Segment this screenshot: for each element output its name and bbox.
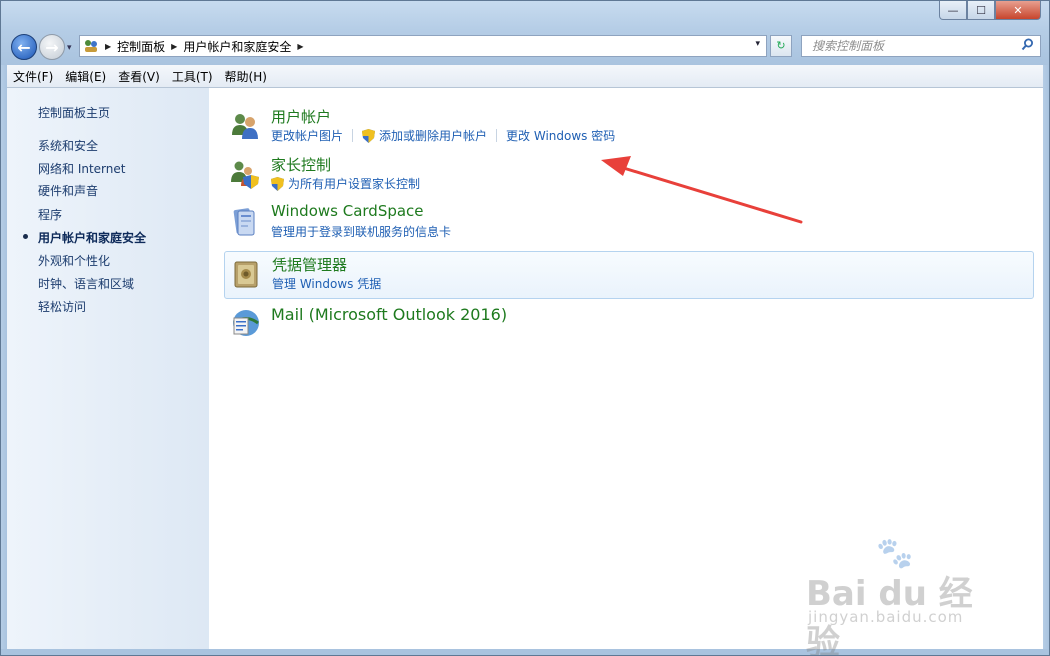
setup-parental-controls-link[interactable]: 为所有用户设置家长控制: [288, 175, 420, 192]
menu-edit[interactable]: 编辑(E): [59, 68, 112, 85]
sidebar-item-clock-region[interactable]: 时钟、语言和区域: [38, 275, 134, 292]
sidebar-item-hardware-sound[interactable]: 硬件和声音: [38, 182, 98, 199]
credential-manager-icon[interactable]: [230, 258, 262, 290]
maximize-button[interactable]: ☐: [967, 1, 995, 20]
back-arrow-icon: ←: [17, 37, 31, 57]
user-accounts-icon[interactable]: [229, 110, 261, 142]
category-user-accounts: 用户帐户 更改帐户图片 添加或删除用户帐户 更改 Windows 密码: [223, 106, 1033, 150]
cardspace-icon[interactable]: [229, 206, 261, 238]
uac-shield-icon: [362, 128, 376, 143]
menu-file[interactable]: 文件(F): [7, 68, 59, 85]
breadcrumb-separator-icon: ▶: [171, 41, 178, 51]
sidebar-item-ease-of-access[interactable]: 轻松访问: [38, 298, 86, 315]
address-dropdown-icon[interactable]: ▾: [755, 39, 760, 49]
sidebar-home-link[interactable]: 控制面板主页: [38, 104, 110, 121]
link-divider: [352, 129, 354, 142]
search-icon[interactable]: [1021, 38, 1034, 55]
window-frame-right: [1043, 65, 1049, 655]
close-button[interactable]: ✕: [995, 1, 1041, 20]
forward-arrow-icon: →: [45, 37, 59, 57]
category-task-links: 管理 Windows 凭据: [272, 275, 381, 292]
category-title[interactable]: Mail (Microsoft Outlook 2016): [271, 305, 507, 324]
address-bar[interactable]: ▶ 控制面板 ▶ 用户帐户和家庭安全 ▶ ▾: [79, 35, 767, 57]
change-windows-password-link[interactable]: 更改 Windows 密码: [506, 127, 615, 144]
parental-controls-icon[interactable]: [229, 158, 261, 190]
sidebar: 控制面板主页 系统和安全 网络和 Internet 硬件和声音 程序 用户帐户和…: [7, 88, 209, 649]
baidu-watermark: 🐾 Bai du 经验 jingyan.baidu.com: [806, 536, 1006, 655]
back-button[interactable]: ←: [11, 34, 37, 60]
category-cardspace: Windows CardSpace 管理用于登录到联机服务的信息卡: [223, 202, 1033, 246]
category-title[interactable]: 家长控制: [271, 154, 331, 175]
main-content: 用户帐户 更改帐户图片 添加或删除用户帐户 更改 Windows 密码 家长控制: [209, 88, 1043, 655]
forward-button[interactable]: →: [39, 34, 65, 60]
refresh-icon: ↻: [776, 39, 786, 52]
link-divider: [496, 129, 498, 142]
breadcrumb-separator-icon: ▶: [105, 41, 112, 51]
sidebar-item-system-security[interactable]: 系统和安全: [38, 137, 98, 154]
watermark-url-text: jingyan.baidu.com: [808, 608, 964, 626]
uac-shield-icon: [271, 176, 284, 191]
breadcrumb-user-accounts[interactable]: 用户帐户和家庭安全: [183, 38, 291, 55]
sidebar-item-appearance[interactable]: 外观和个性化: [38, 252, 110, 269]
category-title[interactable]: 凭据管理器: [272, 254, 347, 275]
sidebar-item-user-accounts[interactable]: 用户帐户和家庭安全: [38, 229, 146, 246]
search-box[interactable]: [801, 35, 1041, 57]
search-input[interactable]: [810, 38, 1014, 54]
add-remove-accounts-link[interactable]: 添加或删除用户帐户: [379, 127, 487, 144]
menu-help[interactable]: 帮助(H): [219, 68, 273, 85]
recent-pages-dropdown[interactable]: ▾: [67, 43, 72, 53]
current-item-bullet-icon: [23, 234, 28, 239]
category-credential-manager[interactable]: 凭据管理器 管理 Windows 凭据: [224, 251, 1034, 299]
minimize-button[interactable]: —: [939, 1, 967, 20]
change-account-picture-link[interactable]: 更改帐户图片: [271, 127, 343, 144]
menu-tools[interactable]: 工具(T): [166, 68, 219, 85]
control-panel-icon: [83, 38, 99, 54]
menu-view[interactable]: 查看(V): [112, 68, 166, 85]
category-task-links: 更改帐户图片 添加或删除用户帐户 更改 Windows 密码: [271, 127, 615, 144]
category-task-links: 为所有用户设置家长控制: [271, 175, 420, 192]
category-mail: Mail (Microsoft Outlook 2016): [223, 302, 1033, 338]
breadcrumb-control-panel[interactable]: 控制面板: [117, 38, 165, 55]
manage-windows-credentials-link[interactable]: 管理 Windows 凭据: [272, 275, 381, 292]
window-controls: — ☐ ✕: [939, 1, 1041, 20]
breadcrumb-separator-icon[interactable]: ▶: [297, 42, 303, 51]
manage-information-cards-link[interactable]: 管理用于登录到联机服务的信息卡: [271, 223, 451, 240]
menu-bar: 文件(F) 编辑(E) 查看(V) 工具(T) 帮助(H): [7, 65, 1043, 88]
sidebar-item-network[interactable]: 网络和 Internet: [38, 160, 125, 177]
category-title[interactable]: 用户帐户: [271, 106, 331, 127]
sidebar-item-programs[interactable]: 程序: [38, 206, 62, 223]
category-task-links: 管理用于登录到联机服务的信息卡: [271, 223, 451, 240]
category-title[interactable]: Windows CardSpace: [271, 202, 424, 220]
control-panel-window: — ☐ ✕ ← → ▾ ▶ 控制面板 ▶ 用户帐户和家庭安全 ▶ ▾ ↻ 文件(…: [0, 0, 1050, 656]
category-parental-controls: 家长控制 为所有用户设置家长控制: [223, 154, 1033, 198]
mail-icon[interactable]: [229, 306, 261, 338]
refresh-button[interactable]: ↻: [770, 35, 792, 57]
